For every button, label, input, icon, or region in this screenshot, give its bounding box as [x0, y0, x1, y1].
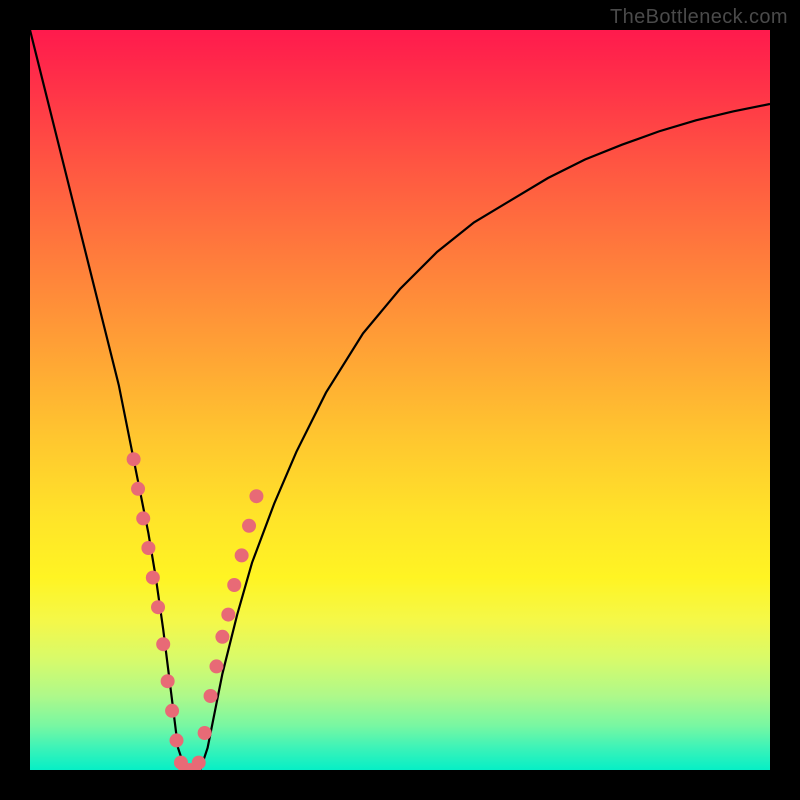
marker-dot: [235, 548, 249, 562]
chart-svg: [30, 30, 770, 770]
marker-dot: [136, 511, 150, 525]
marker-dot: [221, 608, 235, 622]
marker-dot: [131, 482, 145, 496]
marker-dot: [146, 571, 160, 585]
marker-dot: [151, 600, 165, 614]
marker-dot: [161, 674, 175, 688]
highlight-dots: [127, 452, 264, 770]
marker-dot: [170, 733, 184, 747]
watermark-text: TheBottleneck.com: [610, 6, 788, 29]
marker-dot: [227, 578, 241, 592]
chart-plot-area: [30, 30, 770, 770]
marker-dot: [127, 452, 141, 466]
marker-dot: [192, 756, 206, 770]
marker-dot: [165, 704, 179, 718]
marker-dot: [209, 659, 223, 673]
marker-dot: [198, 726, 212, 740]
marker-dot: [242, 519, 256, 533]
marker-dot: [204, 689, 218, 703]
marker-dot: [156, 637, 170, 651]
marker-dot: [141, 541, 155, 555]
marker-dot: [249, 489, 263, 503]
bottleneck-curve: [30, 30, 770, 770]
marker-dot: [215, 630, 229, 644]
